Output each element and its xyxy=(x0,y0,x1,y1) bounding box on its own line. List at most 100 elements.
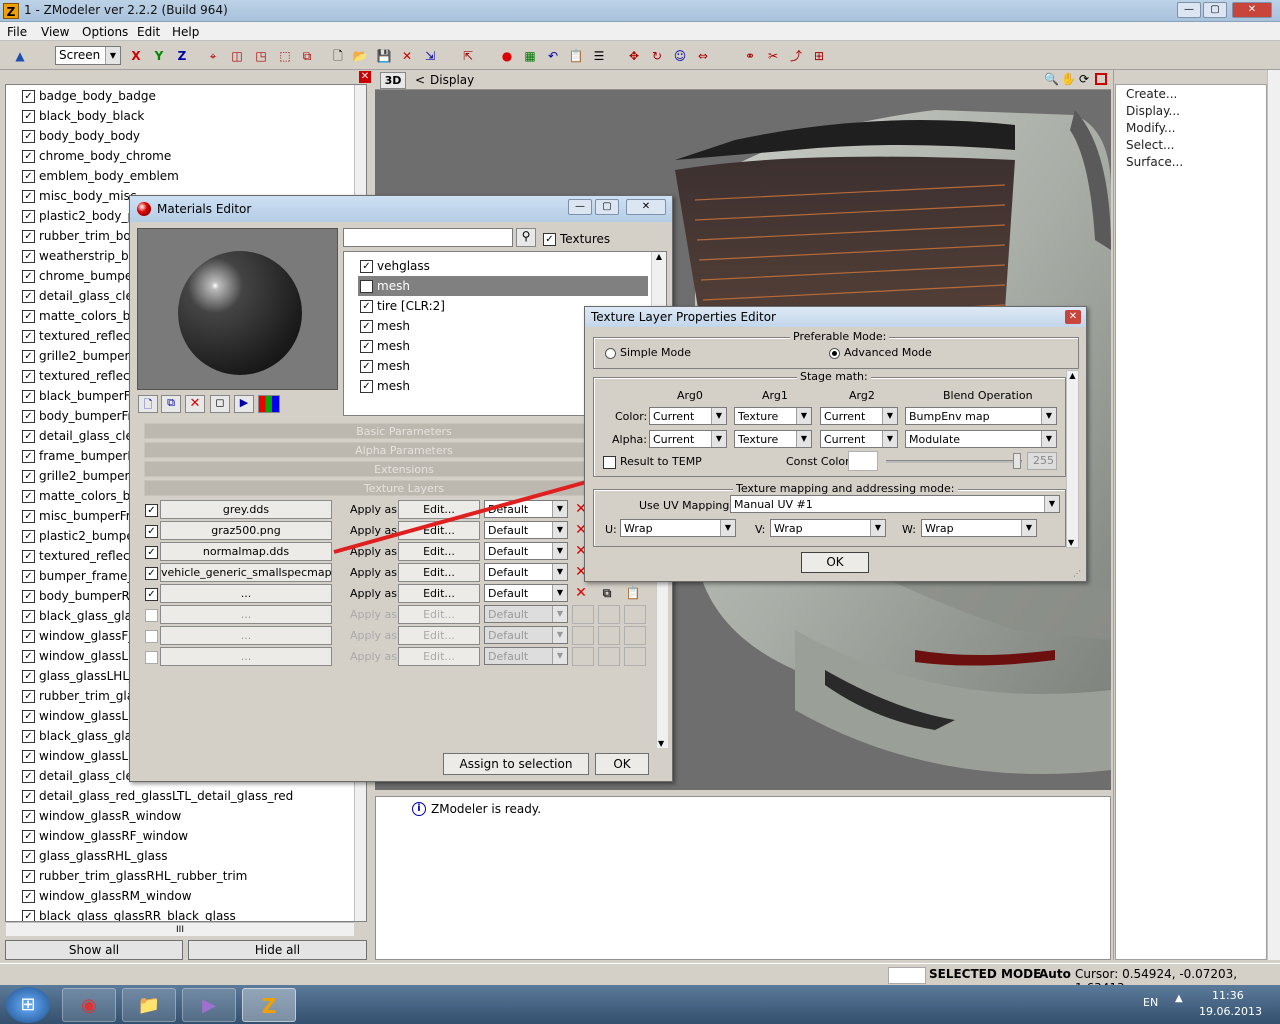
alpha-arg1-select[interactable]: Texture ▼ xyxy=(734,430,812,448)
object-list-item[interactable]: ✓ textured_reflecto xyxy=(22,546,142,566)
select-object-icon[interactable]: ⬚ xyxy=(275,46,295,66)
materials-minimize-button[interactable]: — xyxy=(568,199,592,215)
object-list-item[interactable]: ✓ frame_bumperFr xyxy=(22,446,138,466)
axis-y-toggle[interactable]: Y xyxy=(149,46,169,66)
material-search-input[interactable] xyxy=(343,228,513,247)
visibility-check-icon[interactable]: ✓ xyxy=(22,770,35,783)
object-list-item[interactable]: ✓ black_bumperFra xyxy=(22,386,142,406)
object-list-item[interactable]: ✓ plastic2_body_pl xyxy=(22,206,138,226)
v-address-select[interactable]: Wrap ▼ xyxy=(770,519,886,537)
visibility-check-icon[interactable]: ✓ xyxy=(22,470,35,483)
layer-texture-file[interactable]: graz500.png xyxy=(160,521,332,540)
show-all-button[interactable]: Show all xyxy=(5,940,183,960)
u-address-select[interactable]: Wrap ▼ xyxy=(620,519,736,537)
visibility-check-icon[interactable]: ✓ xyxy=(22,270,35,283)
materials-close-button[interactable]: ✕ xyxy=(626,199,666,215)
visibility-check-icon[interactable]: ✓ xyxy=(22,590,35,603)
layer-enable-checkbox[interactable]: ✓ xyxy=(145,525,158,538)
export-icon[interactable]: ⇱ xyxy=(458,46,478,66)
layer-edit-button[interactable]: Edit... xyxy=(398,584,480,603)
layer-mode-select[interactable]: Default ▼ xyxy=(484,626,568,644)
chrome-taskbar-icon[interactable]: ◉ xyxy=(62,988,116,1022)
object-list-item[interactable]: ✓ body_body_body xyxy=(22,126,140,146)
scale-icon[interactable]: ⇔ xyxy=(693,46,713,66)
layer-enable-checkbox[interactable] xyxy=(145,630,158,643)
object-list-item[interactable]: ✓ black_glass_glass xyxy=(22,606,144,626)
object-list-item[interactable]: ✓ badge_body_badge xyxy=(22,86,156,106)
extrude-icon[interactable]: ⤴ xyxy=(786,46,806,66)
object-list-item[interactable]: ✓ window_glassRF_window xyxy=(22,826,188,846)
visibility-check-icon[interactable]: ✓ xyxy=(22,750,35,763)
alpha-arg2-select[interactable]: Current ▼ xyxy=(820,430,898,448)
layer-remove-icon[interactable]: ✕ xyxy=(572,584,590,603)
visibility-check-icon[interactable]: ✓ xyxy=(22,530,35,543)
new-material-icon[interactable]: 🗋 xyxy=(138,395,158,413)
layer-edit-button[interactable]: Edit... xyxy=(398,563,480,582)
visibility-check-icon[interactable]: ✓ xyxy=(22,190,35,203)
select-vertex-icon[interactable]: ⌖ xyxy=(203,46,223,66)
visibility-check-icon[interactable]: ✓ xyxy=(22,150,35,163)
layer-texture-file[interactable]: normalmap.dds xyxy=(160,542,332,561)
visibility-check-icon[interactable]: ✓ xyxy=(22,290,35,303)
visibility-check-icon[interactable]: ✓ xyxy=(22,490,35,503)
color-palette-icon[interactable] xyxy=(258,395,280,413)
layer-edit-button[interactable]: Edit... xyxy=(398,647,480,666)
hide-all-button[interactable]: Hide all xyxy=(188,940,367,960)
object-list-item[interactable]: ✓ weatherstrip_boc xyxy=(22,246,143,266)
select-edge-icon[interactable]: ◫ xyxy=(227,46,247,66)
layer-enable-checkbox[interactable] xyxy=(145,651,158,664)
tlpe-scrollbar[interactable]: ▲ ▼ xyxy=(1066,370,1079,548)
menu-help[interactable]: Help xyxy=(172,25,199,39)
object-list-item[interactable]: ✓ misc_body_misc xyxy=(22,186,136,206)
command-create[interactable]: Create... xyxy=(1126,87,1177,101)
layer-edit-button[interactable]: Edit... xyxy=(398,521,480,540)
alpha-arg0-select[interactable]: Current ▼ xyxy=(649,430,727,448)
rotate-icon[interactable]: ↻ xyxy=(647,46,667,66)
menu-options[interactable]: Options xyxy=(82,25,128,39)
command-surface[interactable]: Surface... xyxy=(1126,155,1183,169)
zoom-icon[interactable]: 🔍 xyxy=(1044,72,1059,86)
layer-texture-file[interactable]: ... xyxy=(160,584,332,603)
language-indicator[interactable]: EN xyxy=(1143,996,1158,1009)
uv-mapping-select[interactable]: Manual UV #1 ▼ xyxy=(730,495,1060,513)
visibility-check-icon[interactable]: ✓ xyxy=(22,210,35,223)
object-list-item[interactable]: ✓ detail_glass_clear xyxy=(22,426,145,446)
object-list-item[interactable]: ✓ emblem_body_emblem xyxy=(22,166,179,186)
visibility-check-icon[interactable]: ✓ xyxy=(22,90,35,103)
object-list-item[interactable]: ✓ window_glassRM_window xyxy=(22,886,192,906)
layer-mode-select[interactable]: Default ▼ xyxy=(484,605,568,623)
material-item[interactable]: ✓ mesh xyxy=(360,336,410,356)
object-list-item[interactable]: ✓ glass_glassRHL_glass xyxy=(22,846,167,866)
select-all-icon[interactable]: ⧉ xyxy=(297,46,317,66)
cube-preview-icon[interactable]: ◻ xyxy=(210,395,230,413)
advanced-mode-radio[interactable]: Advanced Mode xyxy=(829,346,932,359)
layer-mode-select[interactable]: Default ▼ xyxy=(484,521,568,539)
copy-material-icon[interactable]: ⧉ xyxy=(161,395,181,413)
pan-icon[interactable]: ✋ xyxy=(1061,72,1076,86)
maximize-button[interactable]: ▢ xyxy=(1203,2,1227,18)
visibility-check-icon[interactable]: ✓ xyxy=(22,430,35,443)
visibility-check-icon[interactable]: ✓ xyxy=(22,850,35,863)
clock-date[interactable]: 19.06.2013 xyxy=(1199,1005,1262,1018)
object-list-item[interactable]: ✓ body_bumperRa xyxy=(22,586,137,606)
visibility-check-icon[interactable]: ✓ xyxy=(22,450,35,463)
notes-icon[interactable]: 📋 xyxy=(566,46,586,66)
visibility-check-icon[interactable]: ✓ xyxy=(22,510,35,523)
slider-thumb[interactable] xyxy=(1013,453,1021,469)
materials-icon[interactable]: ● xyxy=(497,46,517,66)
object-list-item[interactable]: ✓ matte_colors_bu xyxy=(22,306,138,326)
select-arrow-icon[interactable]: ▲ xyxy=(10,46,30,66)
visibility-check-icon[interactable]: ✓ xyxy=(22,390,35,403)
visibility-check-icon[interactable]: ✓ xyxy=(22,110,35,123)
materials-ok-button[interactable]: OK xyxy=(595,753,649,775)
object-list-item[interactable]: ✓ bumper_frame_b xyxy=(22,566,141,586)
visibility-check-icon[interactable]: ✓ xyxy=(22,670,35,683)
figure-icon[interactable]: ☺ xyxy=(670,46,690,66)
material-item[interactable]: ✓ tire [CLR:2] xyxy=(360,296,445,316)
explorer-taskbar-icon[interactable]: 📁 xyxy=(122,988,176,1022)
undo-icon[interactable]: ↶ xyxy=(543,46,563,66)
layer-texture-file[interactable]: ... xyxy=(160,605,332,624)
visibility-check-icon[interactable]: ✓ xyxy=(22,370,35,383)
visibility-check-icon[interactable]: ✓ xyxy=(22,310,35,323)
split-icon[interactable]: ✂ xyxy=(763,46,783,66)
